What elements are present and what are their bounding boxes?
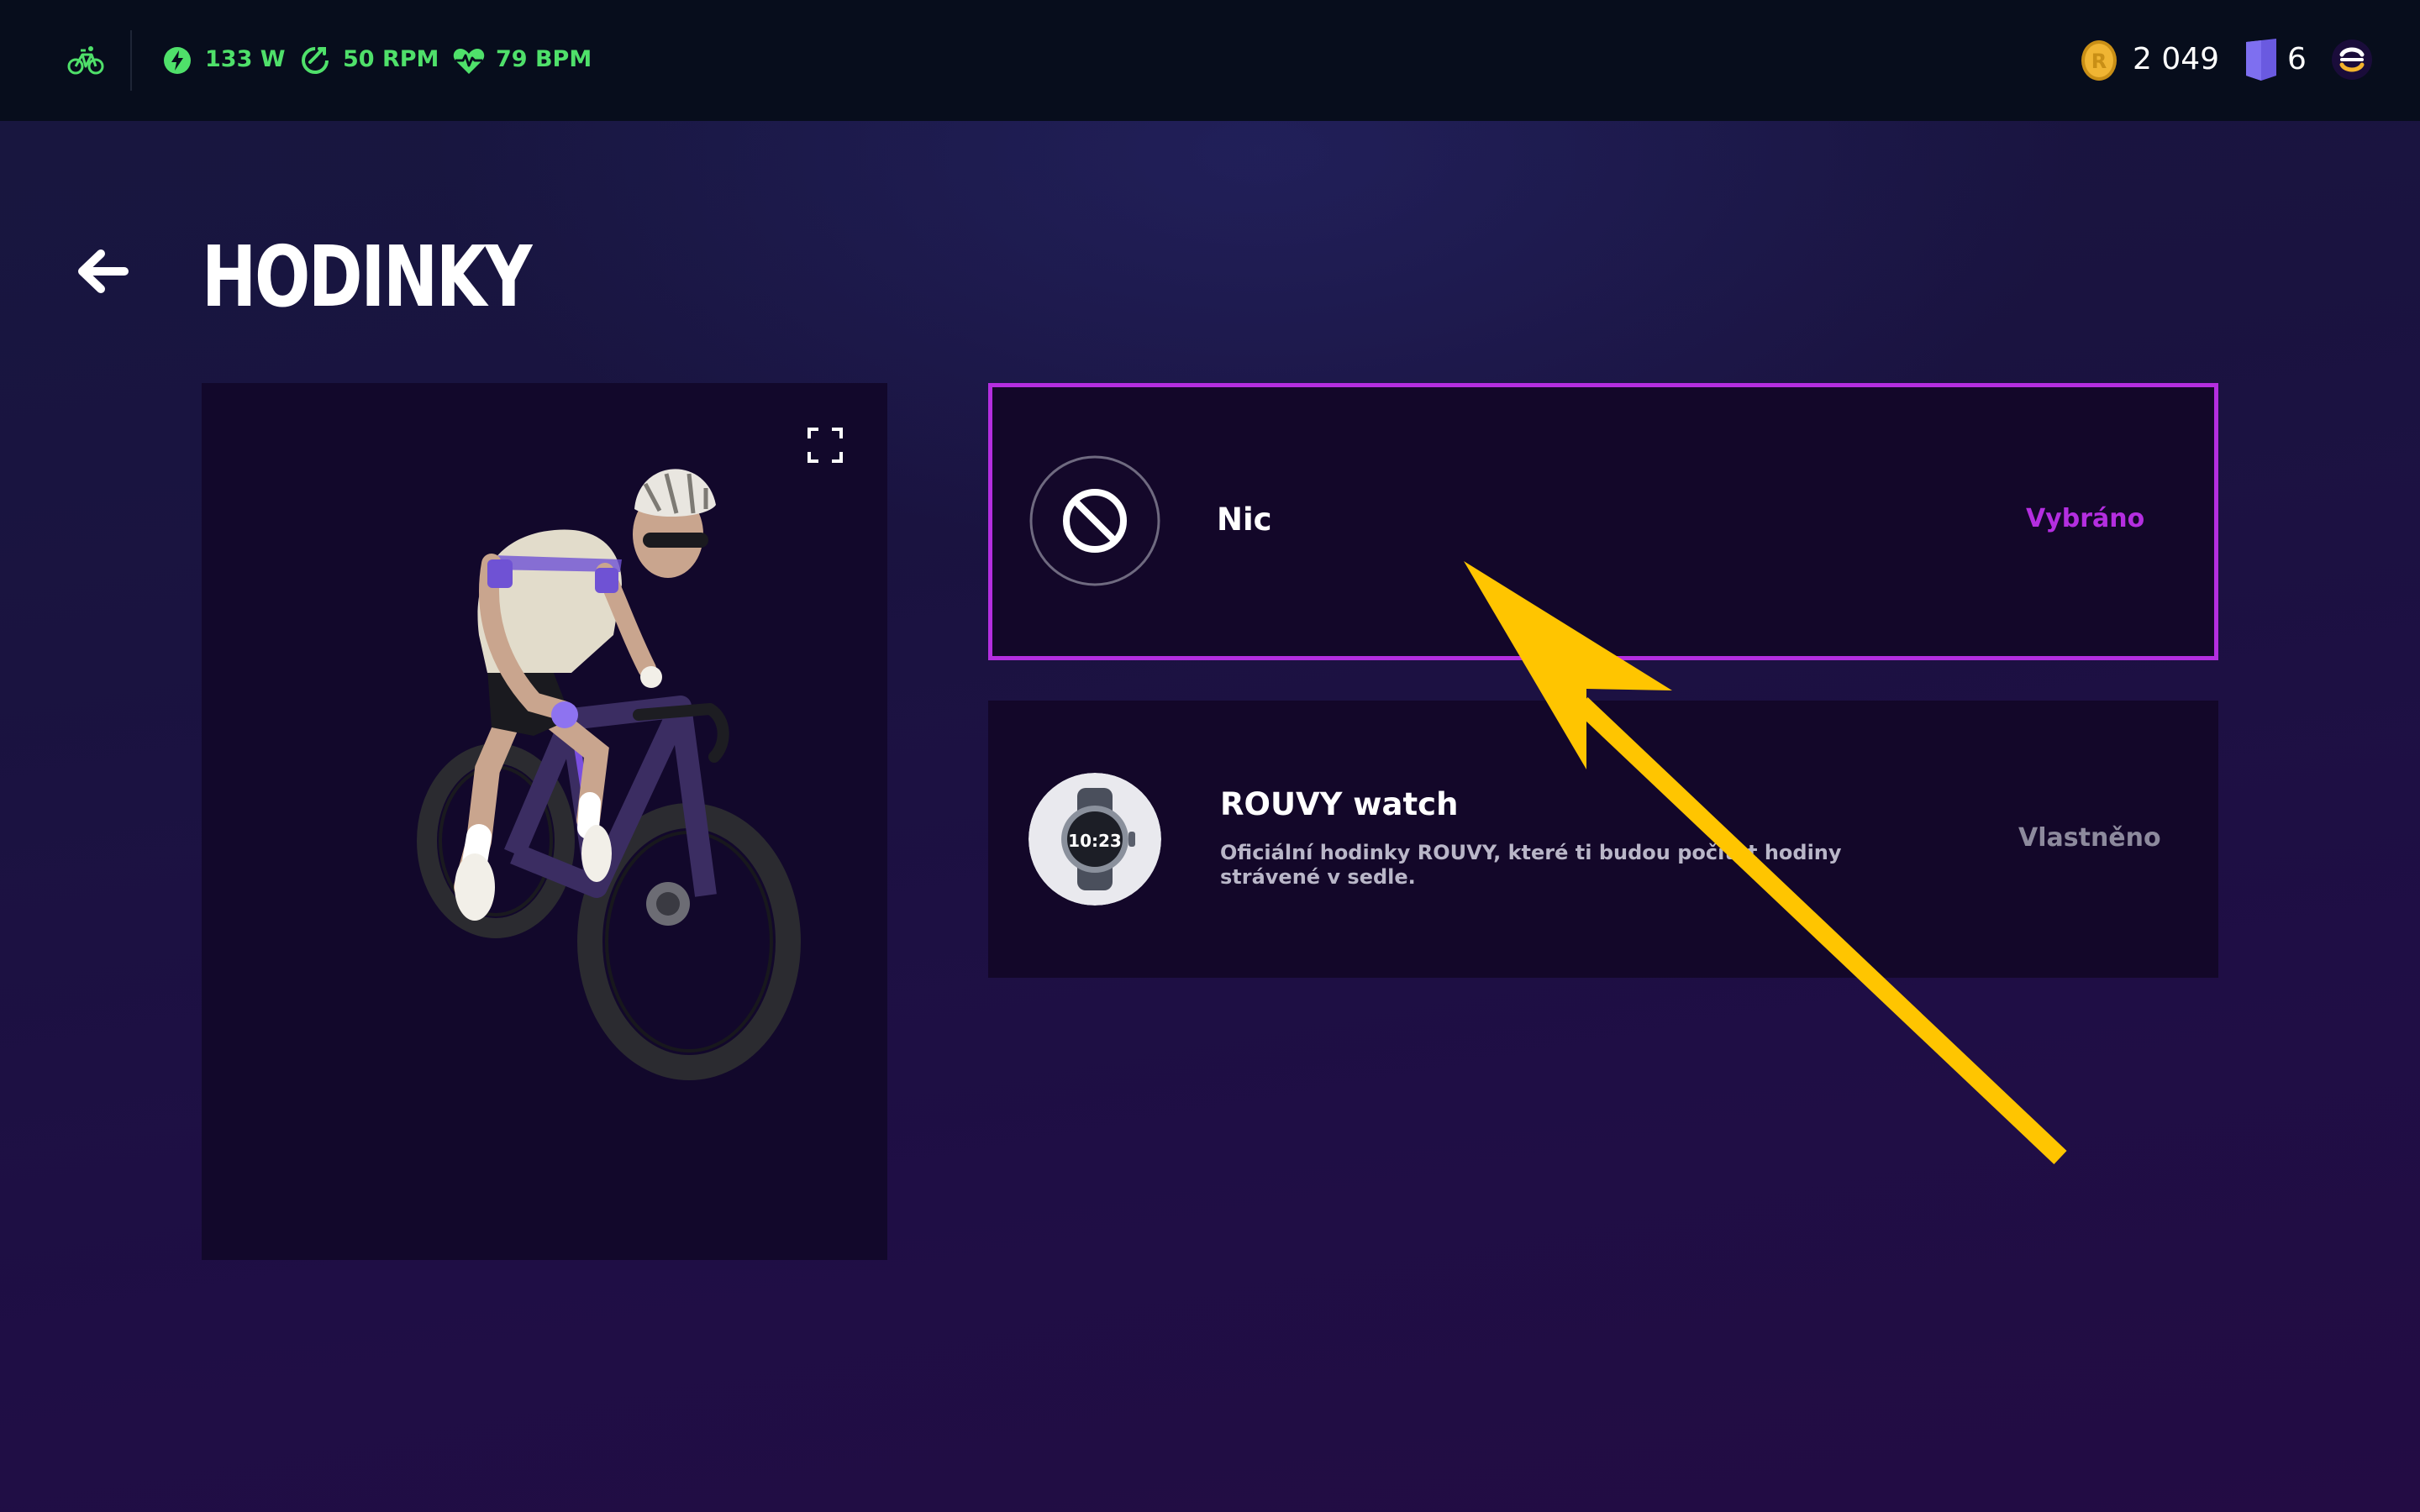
power-bolt-icon: [164, 47, 191, 74]
badge-icon: [2246, 39, 2276, 81]
item-name: Nic: [1217, 501, 1272, 538]
power-value: 133 W: [205, 46, 286, 72]
status-owned: Vlastněno: [2018, 823, 2161, 853]
badge-count: 6: [2287, 42, 2307, 76]
item-description: Oficiální hodinky ROUVY, které ti budou …: [1220, 841, 1842, 889]
bike-icon: [67, 46, 104, 75]
svg-text:R: R: [2091, 50, 2107, 73]
avatar-preview[interactable]: [202, 383, 887, 1260]
watch-icon: 10:23: [1028, 773, 1161, 906]
page-title: HODINKY: [202, 228, 533, 326]
cadence-value: 50 RPM: [343, 46, 439, 72]
rouvy-logo[interactable]: [2331, 39, 2373, 81]
item-card-rouvy-watch[interactable]: 10:23 ROUVY watch Oficiální hodinky ROUV…: [988, 701, 2218, 978]
coin-icon: R: [2081, 40, 2117, 81]
heart-rate-icon: [453, 49, 485, 74]
top-bar: 133 W 50 RPM 79 BPM R 2 049 6: [0, 0, 2420, 121]
heart-rate-value: 79 BPM: [496, 46, 592, 72]
item-name: ROUVY watch: [1220, 786, 1459, 822]
cadence-icon: [302, 47, 329, 74]
coin-balance: 2 049: [2133, 42, 2220, 76]
status-selected: Vybráno: [2026, 504, 2145, 533]
cyclist-avatar: [417, 469, 801, 1080]
back-arrow-icon[interactable]: [74, 244, 133, 299]
watch-face-time: 10:23: [1068, 831, 1122, 851]
topbar-divider: [130, 30, 132, 91]
none-icon: [1029, 455, 1160, 586]
item-card-none[interactable]: Nic Vybráno: [988, 383, 2218, 660]
